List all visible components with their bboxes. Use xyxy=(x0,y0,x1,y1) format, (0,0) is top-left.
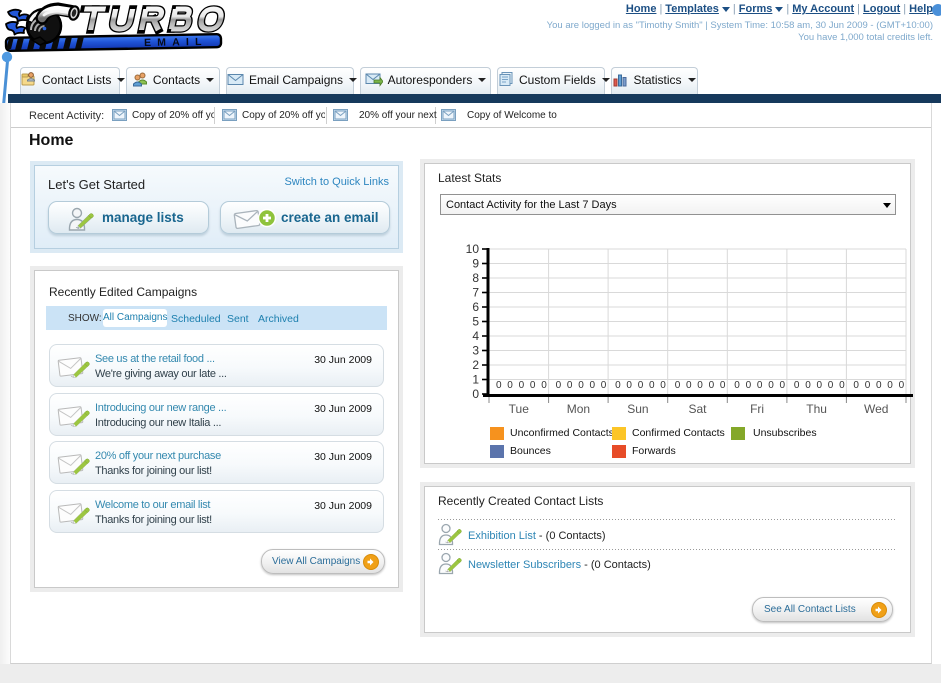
svg-text:0: 0 xyxy=(675,380,681,391)
svg-text:0: 0 xyxy=(794,380,800,391)
svg-text:6: 6 xyxy=(472,300,479,314)
svg-text:0: 0 xyxy=(615,380,621,391)
svg-text:0: 0 xyxy=(887,380,893,391)
svg-text:0: 0 xyxy=(899,380,905,391)
svg-text:0: 0 xyxy=(768,380,774,391)
svg-text:8: 8 xyxy=(472,271,479,285)
svg-text:Wed: Wed xyxy=(864,402,888,416)
svg-text:0: 0 xyxy=(828,380,834,391)
svg-text:Tue: Tue xyxy=(509,402,530,416)
svg-text:0: 0 xyxy=(746,380,752,391)
svg-text:0: 0 xyxy=(638,380,644,391)
svg-text:0: 0 xyxy=(853,380,859,391)
svg-text:1: 1 xyxy=(472,373,479,387)
svg-text:0: 0 xyxy=(649,380,655,391)
svg-text:2: 2 xyxy=(472,358,479,372)
svg-text:0: 0 xyxy=(472,387,479,401)
svg-text:0: 0 xyxy=(541,380,547,391)
svg-text:0: 0 xyxy=(709,380,715,391)
svg-text:0: 0 xyxy=(507,380,513,391)
svg-text:0: 0 xyxy=(817,380,823,391)
svg-text:0: 0 xyxy=(567,380,573,391)
svg-text:0: 0 xyxy=(578,380,584,391)
svg-text:Fri: Fri xyxy=(750,402,764,416)
svg-text:0: 0 xyxy=(556,380,562,391)
svg-text:0: 0 xyxy=(839,380,845,391)
svg-text:7: 7 xyxy=(472,286,479,300)
svg-text:10: 10 xyxy=(466,242,480,256)
svg-text:0: 0 xyxy=(590,380,596,391)
svg-text:0: 0 xyxy=(519,380,525,391)
svg-text:0: 0 xyxy=(626,380,632,391)
svg-text:0: 0 xyxy=(530,380,536,391)
svg-text:0: 0 xyxy=(780,380,786,391)
svg-text:0: 0 xyxy=(865,380,871,391)
svg-text:0: 0 xyxy=(601,380,607,391)
svg-text:3: 3 xyxy=(472,344,479,358)
svg-text:0: 0 xyxy=(660,380,666,391)
svg-text:4: 4 xyxy=(472,329,479,343)
svg-text:0: 0 xyxy=(876,380,882,391)
svg-text:0: 0 xyxy=(697,380,703,391)
svg-text:Thu: Thu xyxy=(806,402,827,416)
svg-text:Sun: Sun xyxy=(627,402,648,416)
svg-text:0: 0 xyxy=(720,380,726,391)
svg-text:9: 9 xyxy=(472,257,479,271)
svg-text:0: 0 xyxy=(805,380,811,391)
svg-text:0: 0 xyxy=(757,380,763,391)
svg-text:EMAIL: EMAIL xyxy=(144,36,208,49)
svg-text:0: 0 xyxy=(496,380,502,391)
svg-text:0: 0 xyxy=(734,380,740,391)
svg-text:Mon: Mon xyxy=(567,402,590,416)
svg-text:5: 5 xyxy=(472,315,479,329)
svg-text:Sat: Sat xyxy=(688,402,707,416)
svg-text:0: 0 xyxy=(686,380,692,391)
